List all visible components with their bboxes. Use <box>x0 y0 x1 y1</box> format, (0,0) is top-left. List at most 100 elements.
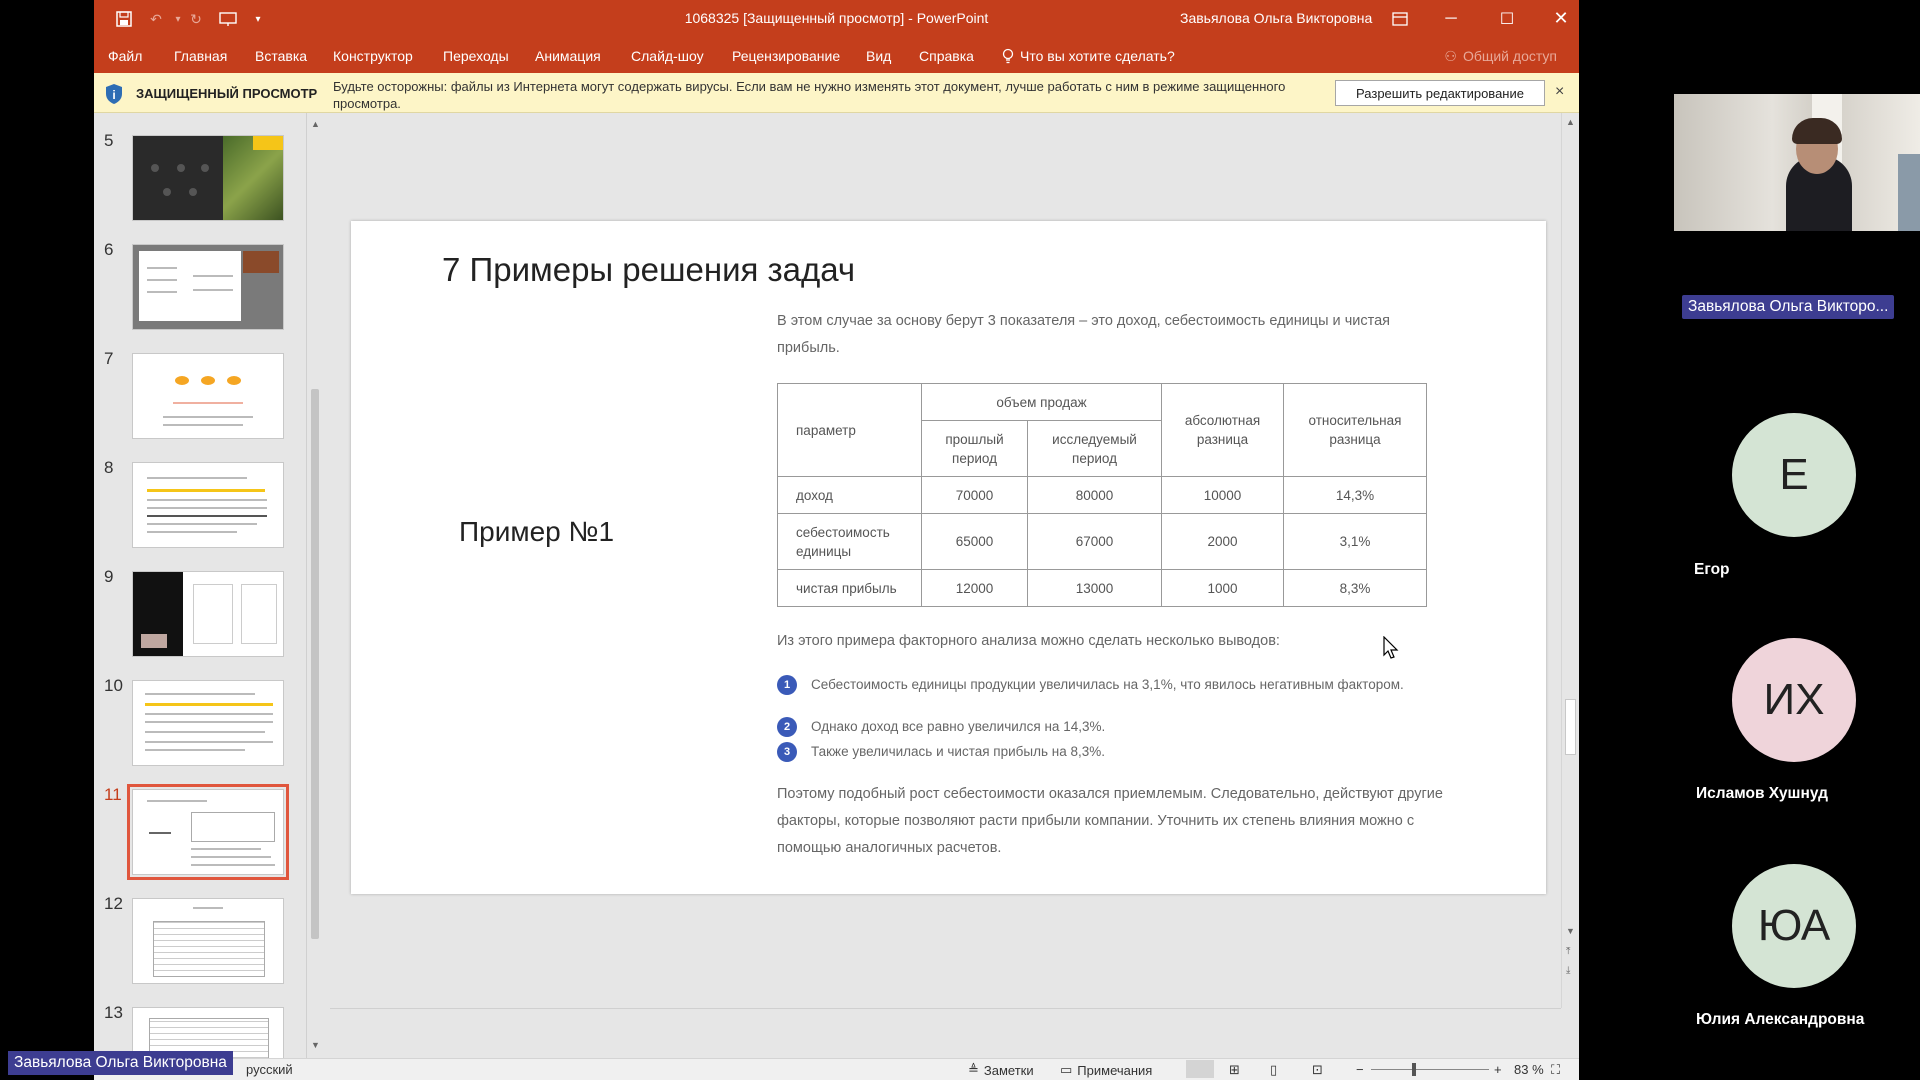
slide-thumbnail-8[interactable] <box>132 462 284 548</box>
slide-sorter-icon[interactable]: ⊞ <box>1229 1062 1240 1078</box>
avatar[interactable]: ЮА <box>1732 864 1856 988</box>
table-cell: 14,3% <box>1283 476 1427 514</box>
slideshow-view-icon[interactable]: ⊡ <box>1312 1062 1323 1078</box>
list-item[interactable]: 2 Однако доход все равно увеличился на 1… <box>777 717 1417 737</box>
thumb-number: 5 <box>104 131 114 150</box>
slide-thumbnail-11[interactable] <box>127 784 289 880</box>
comments-button[interactable]: ▭ Примечания <box>1060 1062 1152 1078</box>
slide-thumbnail-6[interactable] <box>132 244 284 330</box>
status-bar: русский ≜ Заметки ▭ Примечания ⊞ ▯ ⊡ − +… <box>94 1058 1579 1080</box>
close-window-icon[interactable]: ✕ <box>1539 0 1579 37</box>
tell-me-label: Что вы хотите сделать? <box>1020 48 1175 64</box>
table-header-abs: абсолютная разница <box>1161 383 1284 477</box>
tab-view[interactable]: Вид <box>866 48 891 64</box>
current-slide[interactable]: 7 Примеры решения задач Пример №1 В этом… <box>351 221 1546 894</box>
reading-view-icon[interactable]: ▯ <box>1270 1062 1277 1078</box>
factor-analysis-table[interactable]: параметр объем продаж абсолютная разница… <box>777 383 1427 607</box>
speaker-name-chip: Завьялова Ольга Викторовна <box>8 1051 233 1075</box>
avatar[interactable]: Е <box>1732 413 1856 537</box>
zoom-level[interactable]: 83 % <box>1514 1062 1544 1077</box>
table-row: себестоимость единицы 65000 67000 2000 3… <box>777 513 1427 570</box>
thumb-number: 10 <box>104 676 123 695</box>
notes-pane-divider[interactable] <box>330 1008 1561 1058</box>
protected-view-bar: i ЗАЩИЩЕННЫЙ ПРОСМОТР Будьте осторожны: … <box>94 73 1579 113</box>
avatar[interactable]: ИХ <box>1732 638 1856 762</box>
final-paragraph[interactable]: Поэтому подобный рост себестоимости оказ… <box>777 781 1457 862</box>
tab-home[interactable]: Главная <box>174 48 227 64</box>
example-label[interactable]: Пример №1 <box>459 516 614 548</box>
table-row: чистая прибыль 12000 13000 1000 8,3% <box>777 569 1427 607</box>
tab-insert[interactable]: Вставка <box>255 48 307 64</box>
tell-me-search[interactable]: Что вы хотите сделать? <box>1002 48 1175 64</box>
table-cell: 1000 <box>1161 569 1284 607</box>
intro-paragraph[interactable]: В этом случае за основу берут 3 показате… <box>777 308 1437 362</box>
tab-design[interactable]: Конструктор <box>333 48 413 64</box>
slide-scrollbar[interactable]: ▲ ▼ ⤒ ⤓ <box>1561 113 1579 1008</box>
thumbnails-scrollbar[interactable]: ▲ ▼ <box>306 113 323 1058</box>
tab-file[interactable]: Файл <box>108 48 142 64</box>
table-cell: 10000 <box>1161 476 1284 514</box>
tab-animations[interactable]: Анимация <box>535 48 601 64</box>
slide-thumbnail-12[interactable] <box>132 898 284 984</box>
list-item[interactable]: 3 Также увеличилась и чистая прибыль на … <box>777 742 1417 762</box>
bullet-number: 2 <box>777 717 797 737</box>
notes-icon: ≜ <box>968 1062 979 1077</box>
slide-thumbnail-7[interactable] <box>132 353 284 439</box>
participant-name: Юлия Александровна <box>1696 1011 1865 1028</box>
tab-review[interactable]: Рецензирование <box>732 48 840 64</box>
next-slide-icon[interactable]: ⤓ <box>1566 965 1570 976</box>
tab-transitions[interactable]: Переходы <box>443 48 509 64</box>
account-user-name[interactable]: Завьялова Ольга Викторовна <box>1180 10 1372 26</box>
maximize-icon[interactable]: ☐ <box>1485 0 1529 37</box>
tab-help[interactable]: Справка <box>919 48 974 64</box>
table-cell: 65000 <box>921 513 1028 570</box>
protected-view-message: Будьте осторожны: файлы из Интернета мог… <box>333 79 1286 111</box>
table-cell: 8,3% <box>1283 569 1427 607</box>
minimize-icon[interactable]: ─ <box>1429 0 1473 37</box>
share-button[interactable]: ⚇ Общий доступ <box>1444 48 1557 65</box>
fit-to-window-icon[interactable]: ⛶ <box>1551 1062 1560 1078</box>
slide-thumbnail-9[interactable] <box>132 571 284 657</box>
notes-button[interactable]: ≜ Заметки <box>968 1062 1034 1078</box>
table-cell: себестоимость единицы <box>777 513 922 570</box>
powerpoint-window: ↶ ▾ ↻ ▾ 1068325 [Защищенный просмотр] - … <box>94 0 1579 1080</box>
bullet-text: Также увеличилась и чистая прибыль на 8,… <box>811 744 1105 759</box>
table-cell: 80000 <box>1027 476 1162 514</box>
previous-slide-icon[interactable]: ⤒ <box>1566 946 1570 957</box>
participant-name: Егор <box>1694 561 1730 578</box>
zoom-slider-handle[interactable] <box>1412 1063 1416 1076</box>
scroll-down-icon[interactable]: ▼ <box>311 1040 320 1050</box>
thumbnails-scroll-thumb[interactable] <box>311 389 319 939</box>
table-cell: 2000 <box>1161 513 1284 570</box>
table-header-rel: относительная разница <box>1283 383 1427 477</box>
table-cell: чистая прибыль <box>777 569 922 607</box>
zoom-slider[interactable] <box>1371 1069 1489 1070</box>
thumb-number: 6 <box>104 240 114 259</box>
presenter-video <box>1674 94 1920 231</box>
zoom-out-icon[interactable]: − <box>1356 1062 1364 1077</box>
slide-thumbnail-10[interactable] <box>132 680 284 766</box>
ribbon-display-options-icon[interactable] <box>1378 0 1422 37</box>
scroll-up-icon[interactable]: ▲ <box>1566 117 1575 127</box>
slide-title[interactable]: 7 Примеры решения задач <box>442 251 855 289</box>
thumb-number-active: 11 <box>104 785 122 804</box>
conclusion-text[interactable]: Из этого примера факторного анализа можн… <box>777 633 1280 649</box>
normal-view-icon[interactable] <box>1186 1060 1214 1078</box>
comments-label: Примечания <box>1077 1062 1153 1078</box>
slide-thumbnail-5[interactable] <box>132 135 284 221</box>
language-indicator[interactable]: русский <box>246 1062 293 1077</box>
close-icon[interactable]: × <box>1555 83 1564 101</box>
svg-text:i: i <box>112 88 115 102</box>
table-cell: 12000 <box>921 569 1028 607</box>
bullet-number: 3 <box>777 742 797 762</box>
shield-icon: i <box>106 84 122 104</box>
table-header-sales: объем продаж <box>921 383 1162 421</box>
slide-editing-area: 7 Примеры решения задач Пример №1 В этом… <box>330 113 1559 1008</box>
zoom-in-icon[interactable]: + <box>1494 1062 1502 1077</box>
list-item[interactable]: 1 Себестоимость единицы продукции увелич… <box>777 675 1417 695</box>
tab-slideshow[interactable]: Слайд-шоу <box>631 48 704 64</box>
scroll-down-icon[interactable]: ▼ <box>1566 926 1575 936</box>
enable-editing-button[interactable]: Разрешить редактирование <box>1335 80 1545 106</box>
slide-scroll-thumb[interactable] <box>1565 699 1576 755</box>
scroll-up-icon[interactable]: ▲ <box>311 119 320 129</box>
